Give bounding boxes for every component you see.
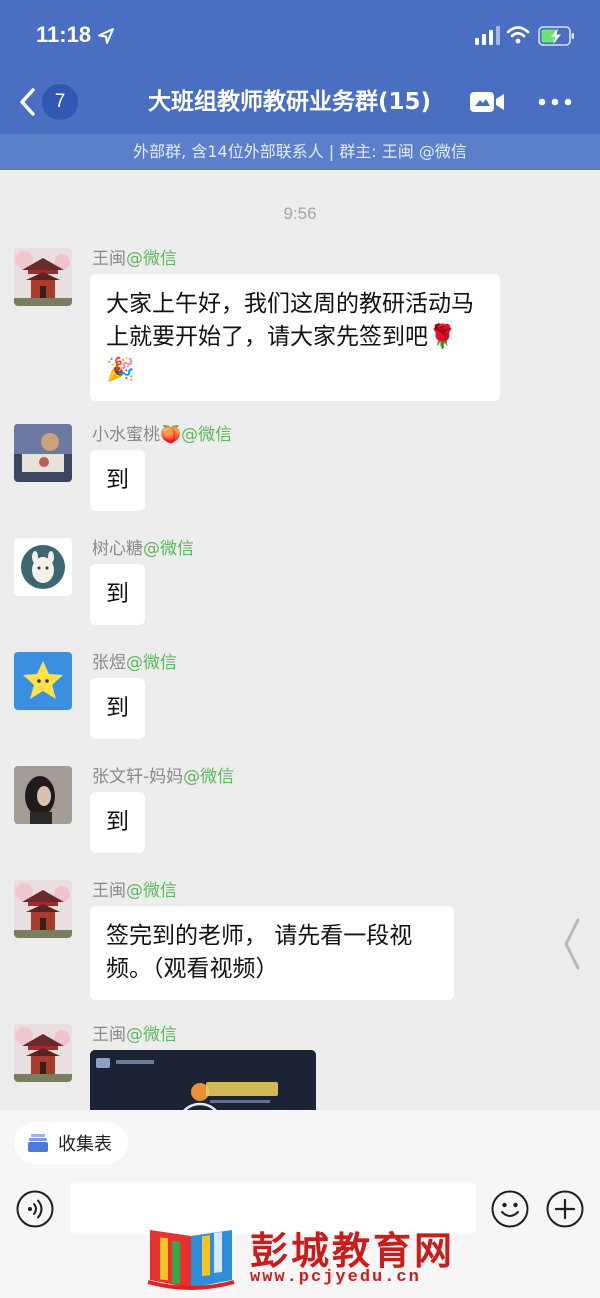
collect-form-button[interactable]: 收集表 [14,1122,128,1164]
book-logo-icon [147,1230,235,1290]
chat-header: 11:18 7 大班组教师教研业务群(15) 外部群, 含14位外部联系人 | … [0,0,600,170]
avatar-art[interactable] [14,424,72,482]
sender-name: 张煜@微信 [92,653,177,673]
avatar-alpaca[interactable] [14,538,72,596]
status-time: 11:18 [36,22,92,47]
sender-name: 王闽@微信 [92,1025,177,1045]
message-timestamp: 9:56 [283,204,317,223]
video-message-thumbnail[interactable] [90,1050,316,1110]
avatar-pavilion[interactable] [14,880,72,938]
sender-name: 王闽@微信 [92,249,177,269]
avatar-pavilion[interactable] [14,1024,72,1082]
cellular-signal-icon [475,26,500,45]
watermark-url: www.pcjyedu.cn [250,1268,421,1287]
message-list[interactable]: 9:56 王闽@微信 大家上午好，我们这周的教研活动马上就要开始了，请大家先签到… [0,170,600,1110]
nav-bar: 7 大班组教师教研业务群(15) [0,80,600,124]
sender-name: 王闽@微信 [92,881,177,901]
sender-name: 小水蜜桃🍑@微信 [92,425,233,445]
back-chevron-icon[interactable] [14,84,40,120]
message-bubble[interactable]: 签完到的老师， 请先看一段视频。（观看视频） [90,906,454,1000]
battery-charging-icon [538,26,574,46]
group-info-bar[interactable]: 外部群, 含14位外部联系人 | 群主: 王闽 @微信 [0,134,600,170]
location-arrow-icon [98,28,114,44]
avatar-girl[interactable] [14,766,72,824]
unread-count-badge[interactable]: 7 [42,84,78,120]
message-bubble[interactable]: 到 [90,792,145,853]
avatar-pavilion[interactable] [14,248,72,306]
more-options-icon[interactable] [538,94,572,110]
message-bubble[interactable]: 到 [90,450,145,511]
voice-input-icon[interactable] [16,1190,54,1228]
status-bar: 11:18 [0,22,600,52]
form-stack-icon [28,1134,48,1152]
side-panel-chevron-icon[interactable] [560,916,584,972]
collect-form-label: 收集表 [58,1134,112,1155]
wifi-icon [506,26,530,44]
site-watermark: 彭城教育网 www.pcjyedu.cn [146,1220,476,1298]
avatar-star[interactable] [14,652,72,710]
video-meeting-icon[interactable] [468,88,506,116]
chat-title: 大班组教师教研业务群(15) [148,89,432,115]
sender-name: 张文轩-妈妈@微信 [92,767,235,787]
watermark-title: 彭城教育网 [250,1228,456,1273]
sender-name: 树心糖@微信 [92,539,194,559]
message-bubble[interactable]: 大家上午好，我们这周的教研活动马上就要开始了，请大家先签到吧🌹🎉 [90,274,500,401]
message-bubble[interactable]: 到 [90,564,145,625]
add-attachment-icon[interactable] [546,1190,584,1228]
message-bubble[interactable]: 到 [90,678,145,739]
emoji-icon[interactable] [491,1190,529,1228]
